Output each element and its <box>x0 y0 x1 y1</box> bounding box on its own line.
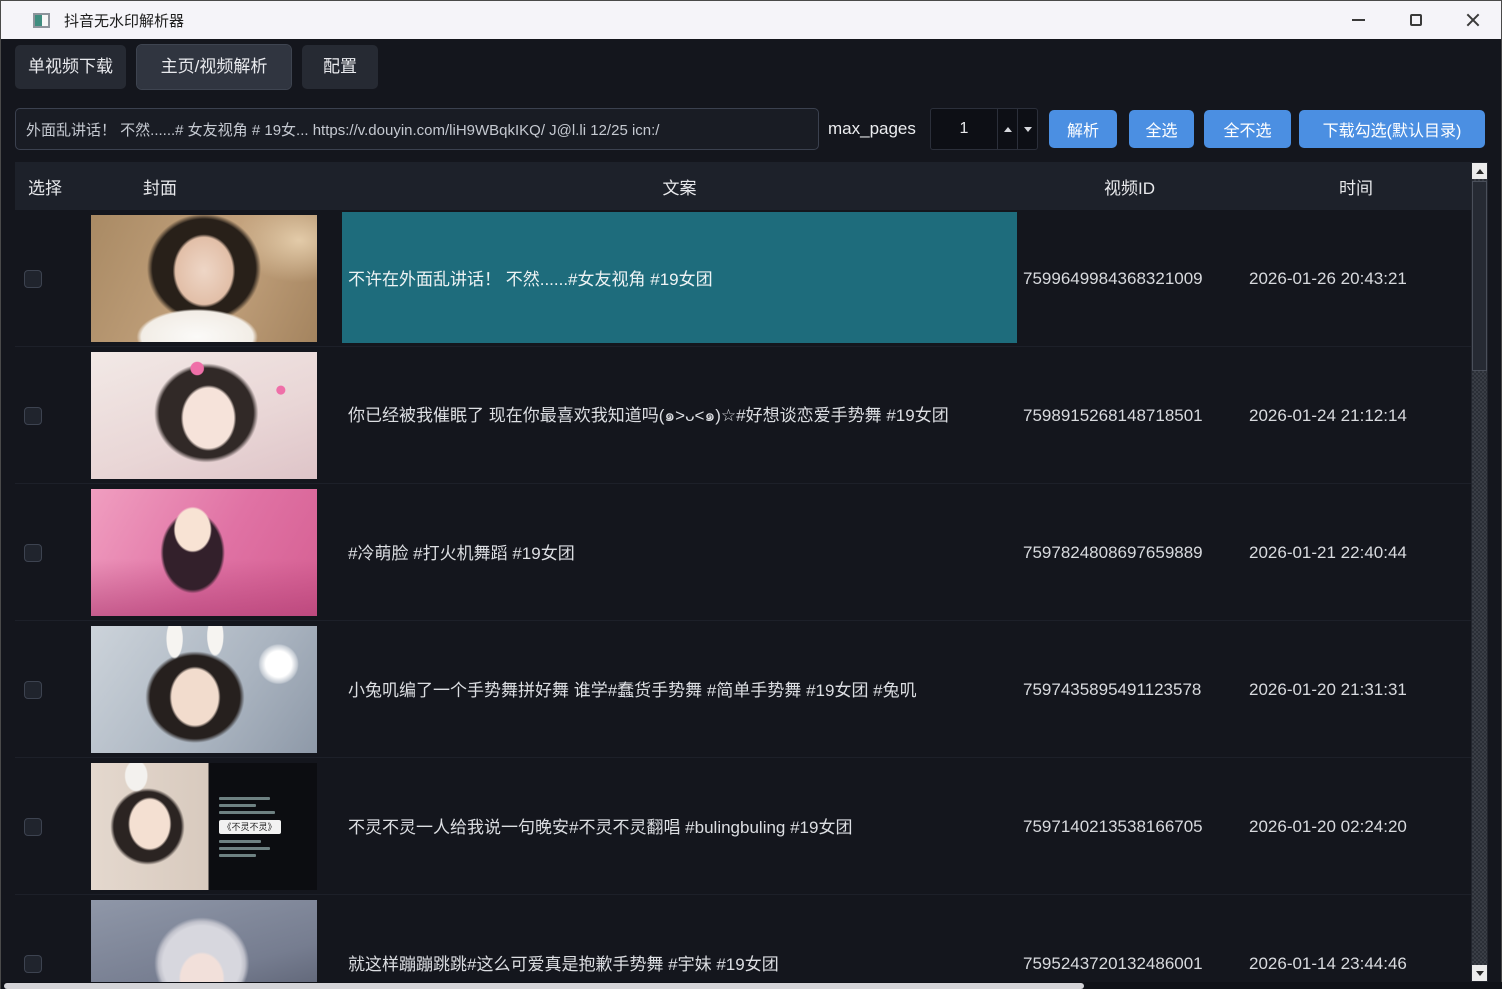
parse-button[interactable]: 解析 <box>1049 110 1117 148</box>
table-row: #冷萌脸 #打火机舞蹈 #19女团 7597824808697659889 20… <box>15 484 1471 621</box>
minimize-icon <box>1352 19 1365 21</box>
horizontal-scroll-thumb[interactable] <box>4 983 1084 989</box>
caption-cell[interactable]: 不灵不灵一人给我说一句晚安#不灵不灵翻唱 #bulingbuling #19女团 <box>341 758 1018 895</box>
video-id: 7599649984368321009 <box>1018 210 1241 347</box>
row-checkbox[interactable] <box>24 681 42 699</box>
spin-down-icon <box>1024 127 1032 132</box>
download-selected-button[interactable]: 下载勾选(默认目录) <box>1299 110 1485 148</box>
lyrics-panel: 《不灵不灵》 <box>209 763 317 890</box>
scroll-down-icon <box>1476 971 1484 976</box>
video-thumbnail[interactable] <box>91 489 317 616</box>
video-time: 2026-01-20 21:31:31 <box>1241 621 1471 758</box>
scroll-up-button[interactable] <box>1472 163 1487 179</box>
max-pages-label: max_pages <box>828 108 916 150</box>
caption-text: 不许在外面乱讲话！ 不然......#女友视角 #19女团 <box>348 265 713 290</box>
caption-text: #冷萌脸 #打火机舞蹈 #19女团 <box>348 539 575 564</box>
tab-config[interactable]: 配置 <box>302 45 378 89</box>
header-time: 时间 <box>1241 162 1471 210</box>
deselect-all-button[interactable]: 全不选 <box>1204 110 1291 148</box>
app-icon <box>33 13 50 28</box>
table-header: 选择 封面 文案 视频ID 时间 <box>15 162 1471 210</box>
row-checkbox[interactable] <box>24 818 42 836</box>
video-id: 7597824808697659889 <box>1018 484 1241 621</box>
video-time: 2026-01-20 02:24:20 <box>1241 758 1471 895</box>
header-caption: 文案 <box>341 162 1018 210</box>
video-time: 2026-01-21 22:40:44 <box>1241 484 1471 621</box>
row-checkbox[interactable] <box>24 544 42 562</box>
vertical-scroll-thumb[interactable] <box>1472 181 1487 371</box>
results-table: 不许在外面乱讲话！ 不然......#女友视角 #19女团 7599649984… <box>15 210 1471 982</box>
video-time: 2026-01-26 20:43:21 <box>1241 210 1471 347</box>
window-title: 抖音无水印解析器 <box>64 10 184 31</box>
url-input[interactable] <box>15 108 819 150</box>
minimize-button[interactable] <box>1330 1 1387 39</box>
close-button[interactable] <box>1444 1 1501 39</box>
video-thumbnail[interactable] <box>91 215 317 342</box>
video-id: 7595243720132486001 <box>1018 895 1241 982</box>
tab-home-video-parse[interactable]: 主页/视频解析 <box>137 45 291 89</box>
lyric-line <box>219 847 270 850</box>
max-pages-value: 1 <box>931 109 997 149</box>
tab-single-video-download[interactable]: 单视频下载 <box>15 45 126 89</box>
table-row: 就这样蹦蹦跳跳#这么可爱真是抱歉手势舞 #宇妹 #19女团 7595243720… <box>15 895 1471 982</box>
spin-up-button[interactable] <box>997 109 1017 149</box>
video-thumbnail[interactable] <box>91 352 317 479</box>
titlebar: 抖音无水印解析器 <box>1 1 1501 39</box>
caption-text: 就这样蹦蹦跳跳#这么可爱真是抱歉手势舞 #宇妹 #19女团 <box>348 950 779 975</box>
lyric-line <box>219 811 276 814</box>
row-checkbox[interactable] <box>24 270 42 288</box>
lyric-line <box>219 840 261 843</box>
row-checkbox[interactable] <box>24 407 42 425</box>
header-cover: 封面 <box>91 162 341 210</box>
caption-cell[interactable]: 你已经被我催眠了 现在你最喜欢我知道吗(๑>ᴗ<๑)☆#好想谈恋爱手势舞 #19… <box>341 347 1018 484</box>
caption-text: 小兔叽编了一个手势舞拼好舞 谁学#蠢货手势舞 #简单手势舞 #19女团 #兔叽 <box>348 676 917 701</box>
song-title-box: 《不灵不灵》 <box>219 820 281 834</box>
table-row: 小兔叽编了一个手势舞拼好舞 谁学#蠢货手势舞 #简单手势舞 #19女团 #兔叽 … <box>15 621 1471 758</box>
row-checkbox[interactable] <box>24 955 42 973</box>
scroll-down-button[interactable] <box>1472 965 1487 981</box>
table-row: 《不灵不灵》 不灵不灵一人给我说一句晚安#不灵不灵翻唱 #bulingbulin… <box>15 758 1471 895</box>
horizontal-scrollbar[interactable] <box>1 982 1502 989</box>
table-row: 你已经被我催眠了 现在你最喜欢我知道吗(๑>ᴗ<๑)☆#好想谈恋爱手势舞 #19… <box>15 347 1471 484</box>
tab-bar: 单视频下载 主页/视频解析 配置 <box>15 45 378 89</box>
header-select: 选择 <box>15 162 91 210</box>
spin-up-icon <box>1004 127 1012 132</box>
caption-cell[interactable]: 小兔叽编了一个手势舞拼好舞 谁学#蠢货手势舞 #简单手势舞 #19女团 #兔叽 <box>341 621 1018 758</box>
table-row: 不许在外面乱讲话！ 不然......#女友视角 #19女团 7599649984… <box>15 210 1471 347</box>
window-controls <box>1330 1 1501 39</box>
caption-cell[interactable]: 就这样蹦蹦跳跳#这么可爱真是抱歉手势舞 #宇妹 #19女团 <box>341 895 1018 982</box>
max-pages-spinner[interactable]: 1 <box>930 108 1038 150</box>
app-window: 抖音无水印解析器 单视频下载 主页/视频解析 配置 max_pages 1 解析 <box>0 0 1502 989</box>
video-time: 2026-01-14 23:44:46 <box>1241 895 1471 982</box>
video-thumbnail[interactable] <box>91 900 317 982</box>
video-thumbnail[interactable]: 《不灵不灵》 <box>91 763 317 890</box>
caption-cell[interactable]: #冷萌脸 #打火机舞蹈 #19女团 <box>341 484 1018 621</box>
select-all-button[interactable]: 全选 <box>1129 110 1194 148</box>
lyric-line <box>219 797 270 800</box>
caption-text: 不灵不灵一人给我说一句晚安#不灵不灵翻唱 #bulingbuling #19女团 <box>348 813 852 838</box>
video-thumbnail[interactable] <box>91 626 317 753</box>
lyric-line <box>219 804 256 807</box>
close-icon <box>1466 13 1480 27</box>
video-id: 7597435895491123578 <box>1018 621 1241 758</box>
lyric-line <box>219 854 256 857</box>
spin-down-button[interactable] <box>1017 109 1037 149</box>
maximize-icon <box>1410 14 1422 26</box>
vertical-scrollbar[interactable] <box>1471 162 1488 982</box>
video-time: 2026-01-24 21:12:14 <box>1241 347 1471 484</box>
caption-text: 你已经被我催眠了 现在你最喜欢我知道吗(๑>ᴗ<๑)☆#好想谈恋爱手势舞 #19… <box>348 401 949 429</box>
video-id: 7597140213538166705 <box>1018 758 1241 895</box>
header-video-id: 视频ID <box>1018 162 1241 210</box>
maximize-button[interactable] <box>1387 1 1444 39</box>
video-id: 7598915268148718501 <box>1018 347 1241 484</box>
scroll-up-icon <box>1476 169 1484 174</box>
caption-cell[interactable]: 不许在外面乱讲话！ 不然......#女友视角 #19女团 <box>341 210 1018 347</box>
